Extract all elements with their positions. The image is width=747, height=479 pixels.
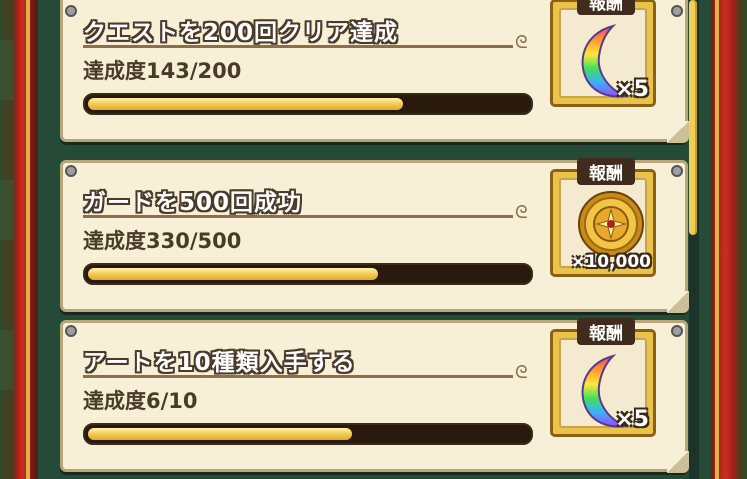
scrollbar-thumb[interactable] — [689, 0, 697, 235]
reward-label: 報酬 — [577, 318, 635, 345]
page-curl — [667, 121, 689, 143]
progress-text: 達成度143/200 — [83, 59, 242, 83]
title-underline — [83, 375, 513, 378]
reward-box[interactable]: 報酬 ×5 — [550, 318, 656, 437]
pin-icon — [671, 325, 683, 337]
frame-right — [711, 0, 747, 479]
reward-count: ×10,000 — [571, 252, 651, 272]
progress-bar — [83, 93, 533, 115]
quest-card[interactable]: ガードを500回成功 ᘓ 達成度330/500 報酬 ×10,000 — [60, 158, 689, 313]
swirl-ornament-icon: ᘓ — [515, 32, 528, 53]
progress-text: 達成度6/10 — [83, 389, 198, 413]
reward-box[interactable]: 報酬 ×5 — [550, 0, 656, 107]
reward-label: 報酬 — [577, 158, 635, 185]
progress-bar-fill — [88, 98, 403, 110]
swirl-ornament-icon: ᘓ — [515, 202, 528, 223]
progress-bar — [83, 263, 533, 285]
reward-count: ×5 — [615, 407, 649, 432]
swirl-ornament-icon: ᘓ — [515, 362, 528, 383]
progress-bar-fill — [88, 268, 378, 280]
quest-title: ガードを500回成功 — [83, 190, 303, 216]
page-curl — [667, 451, 689, 473]
title-underline — [83, 45, 513, 48]
pin-icon — [65, 165, 77, 177]
reward-count: ×5 — [615, 77, 649, 102]
pin-icon — [671, 5, 683, 17]
reward-box[interactable]: 報酬 ×10,000 — [550, 158, 656, 277]
quest-card[interactable]: アートを10種類入手する ᘓ 達成度6/10 報酬 ×5 — [60, 318, 689, 473]
pin-icon — [671, 165, 683, 177]
pin-icon — [65, 325, 77, 337]
progress-text: 達成度330/500 — [83, 229, 242, 253]
reward-label: 報酬 — [577, 0, 635, 15]
title-underline — [83, 215, 513, 218]
pin-icon — [65, 5, 77, 17]
quest-title: アートを10種類入手する — [83, 350, 356, 376]
gold-coin-icon — [578, 191, 644, 257]
quest-card[interactable]: クエストを200回クリア達成 ᘓ 達成度143/200 報酬 ×5 — [60, 0, 689, 143]
progress-bar — [83, 423, 533, 445]
progress-bar-fill — [88, 428, 352, 440]
frame-left — [0, 0, 38, 479]
quest-title: クエストを200回クリア達成 — [83, 20, 399, 46]
page-curl — [667, 291, 689, 313]
